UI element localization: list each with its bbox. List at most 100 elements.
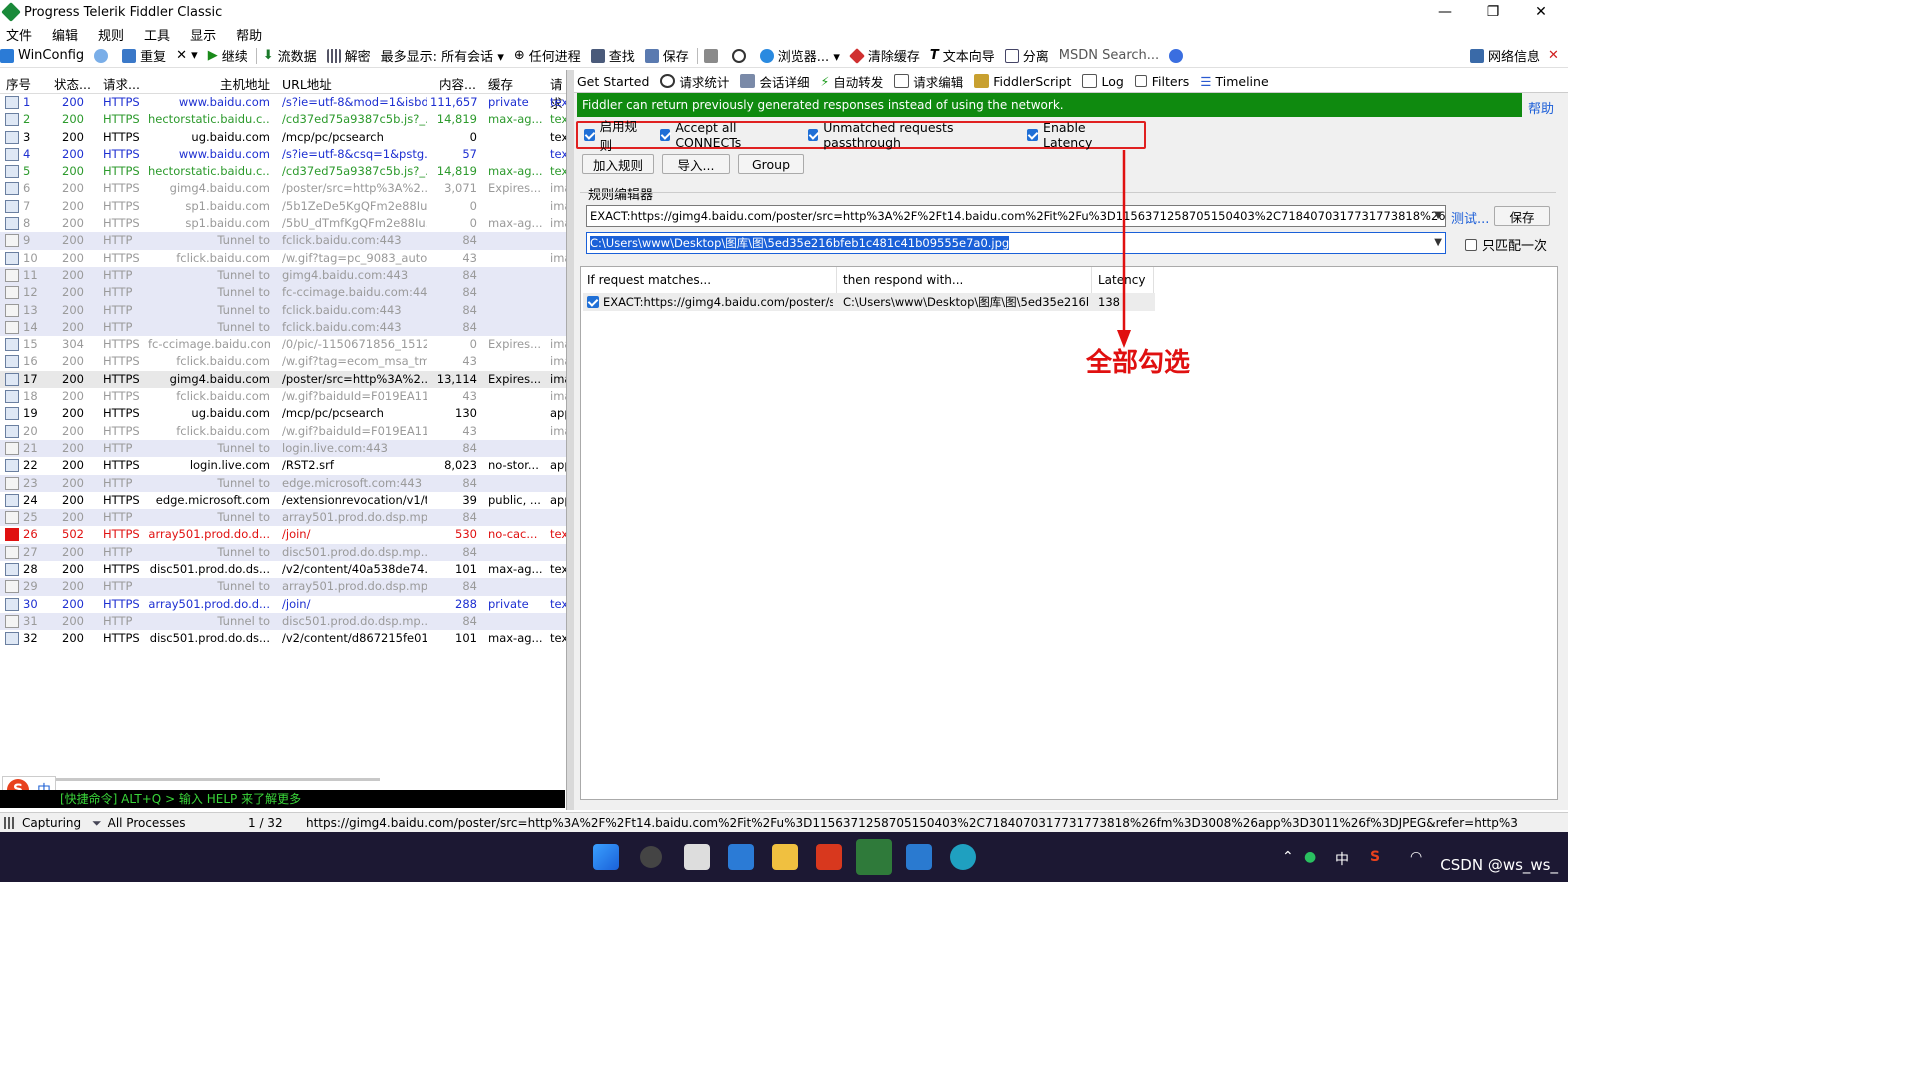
table-row[interactable]: 22 200 HTTPS login.live.com/RST2.srf 8,023 no… bbox=[0, 457, 566, 474]
table-row[interactable]: 10 200 HTTPS fclick.baidu.com/w.gif?tag=pc_… bbox=[0, 250, 566, 267]
menu-help[interactable]: 帮助 bbox=[236, 25, 262, 44]
stream-button[interactable]: ⬇ 流数据 bbox=[263, 46, 317, 65]
tab-composer[interactable]: 请求编辑 bbox=[891, 70, 971, 93]
table-row[interactable]: 28 200 HTTPS disc501.prod.do.ds... /v2/conte… bbox=[0, 561, 566, 578]
minimize-button[interactable]: — bbox=[1422, 0, 1468, 24]
tab-log[interactable]: Log bbox=[1079, 70, 1131, 93]
table-row[interactable]: 21 200 HTTP Tunnel to login.live.com:443 84 bbox=[0, 439, 566, 458]
col-header-match[interactable]: If request matches... bbox=[581, 267, 837, 293]
table-row[interactable]: 8 200 HTTPS sp1.baidu.com/5bU_dTmfKgQFm2e88… bbox=[0, 215, 566, 232]
accept-connects-checkbox[interactable]: Accept all CONNECTs bbox=[659, 120, 792, 150]
search-icon[interactable] bbox=[640, 846, 662, 868]
col-header-body[interactable]: 内容... bbox=[439, 74, 476, 93]
tab-statistics[interactable]: 请求统计 bbox=[657, 70, 737, 93]
comment-button[interactable] bbox=[94, 48, 112, 63]
table-row[interactable]: 16 200 HTTPS fclick.baidu.com/w.gif?tag=eco… bbox=[0, 353, 566, 370]
group-button[interactable]: Group bbox=[738, 154, 804, 174]
table-row[interactable]: 23 200 HTTP Tunnel to edge.microsoft.com:443… bbox=[0, 474, 566, 492]
table-row[interactable]: 24 200 HTTPS edge.microsoft.com/extensionre… bbox=[0, 492, 566, 509]
table-row[interactable]: 17 200 HTTPS gimg4.baidu.com/poster/src=htt… bbox=[0, 370, 566, 389]
wechat-icon[interactable]: ● bbox=[1304, 849, 1316, 865]
replay-button[interactable]: 重复 bbox=[122, 46, 166, 65]
table-row[interactable]: 18 200 HTTPS fclick.baidu.com/w.gif?baiduId… bbox=[0, 388, 566, 405]
wps-icon[interactable] bbox=[816, 844, 842, 870]
quickexec-input[interactable]: [快捷命令] ALT+Q > 输入 HELP 来了解更多 bbox=[0, 790, 565, 808]
menu-rules[interactable]: 规则 bbox=[98, 25, 124, 44]
widgets-icon[interactable] bbox=[728, 844, 754, 870]
close-toolbar-button[interactable]: ✕ bbox=[1548, 48, 1559, 63]
rule-checkbox[interactable] bbox=[587, 296, 599, 308]
col-header-status[interactable]: 状态... bbox=[54, 74, 91, 93]
help-link[interactable]: 帮助 bbox=[1528, 98, 1554, 117]
menu-tools[interactable]: 工具 bbox=[144, 25, 170, 44]
col-header-respond[interactable]: then respond with... bbox=[837, 267, 1092, 293]
pane-splitter[interactable] bbox=[567, 70, 574, 810]
maximize-button[interactable]: ❐ bbox=[1470, 0, 1516, 24]
table-row[interactable]: 15 304 HTTPS fc-ccimage.baidu.com/0/pic/-11… bbox=[0, 336, 566, 353]
clear-cache-button[interactable]: 清除缓存 bbox=[848, 46, 920, 65]
fiddler-taskbar-icon[interactable] bbox=[856, 839, 892, 875]
wifi-icon[interactable]: ◠ bbox=[1410, 849, 1422, 865]
menu-view[interactable]: 显示 bbox=[190, 25, 216, 44]
response-input[interactable]: C:\Users\www\Desktop\图库\图\5ed35e216bfeb1… bbox=[586, 232, 1446, 254]
input-language[interactable]: 中 bbox=[1335, 849, 1349, 869]
table-row[interactable]: 26 502 HTTPS array501.prod.do.d... /join/530… bbox=[0, 526, 566, 543]
tab-timeline[interactable]: ☰ Timeline bbox=[1197, 70, 1276, 93]
table-row[interactable]: 31 200 HTTP Tunnel to disc501.prod.do.dsp.mp… bbox=[0, 612, 566, 631]
chevron-up-icon[interactable]: ⌃ bbox=[1282, 849, 1294, 865]
tab-fiddlerscript[interactable]: FiddlerScript bbox=[971, 70, 1079, 93]
keep-sessions-dropdown[interactable]: 最多显示: 所有会话 ▾ bbox=[381, 46, 504, 65]
rule-row[interactable]: EXACT:https://gimg4.baidu.com/poster/src… bbox=[583, 293, 1155, 311]
table-row[interactable]: 7 200 HTTPS sp1.baidu.com/5b1ZeDe5KgQFm2e88… bbox=[0, 198, 566, 215]
menu-edit[interactable]: 编辑 bbox=[52, 25, 78, 44]
screenshot-button[interactable] bbox=[703, 48, 722, 63]
task-view-icon[interactable] bbox=[684, 844, 710, 870]
table-row[interactable]: 6 200 HTTPS gimg4.baidu.com/poster/src=http… bbox=[0, 180, 566, 197]
edge-icon[interactable] bbox=[950, 844, 976, 870]
winconfig-button[interactable]: WinConfig bbox=[0, 48, 84, 63]
decode-button[interactable]: 解密 bbox=[326, 46, 371, 65]
start-icon[interactable] bbox=[593, 844, 619, 870]
tab-autoresponder[interactable]: ⚡ 自动转发 bbox=[817, 70, 891, 93]
import-button[interactable]: 导入... bbox=[662, 154, 730, 174]
process-filter-button[interactable]: ⊕ 任何进程 bbox=[514, 46, 581, 65]
table-row[interactable]: 2 200 HTTPS hectorstatic.baidu.c... /cd37ed7… bbox=[0, 111, 566, 128]
chevron-down-icon[interactable]: ▼ bbox=[1434, 233, 1442, 253]
online-button[interactable]: 网络信息 bbox=[1470, 46, 1540, 65]
table-row[interactable]: 5 200 HTTPS hectorstatic.baidu.c... /cd37ed7… bbox=[0, 163, 566, 180]
help-button[interactable] bbox=[1169, 48, 1187, 63]
find-button[interactable]: 查找 bbox=[590, 46, 635, 65]
table-row[interactable]: 11 200 HTTP Tunnel to gimg4.baidu.com:443 84 bbox=[0, 266, 566, 285]
process-filter-status[interactable]: ⏷ All Processes bbox=[92, 813, 185, 833]
match-rule-input[interactable]: EXACT:https://gimg4.baidu.com/poster/src… bbox=[586, 205, 1446, 227]
match-once-checkbox[interactable]: 只匹配一次 bbox=[1465, 235, 1547, 254]
tab-inspectors[interactable]: 会话详细 bbox=[737, 70, 817, 93]
capturing-status[interactable]: Capturing bbox=[4, 813, 81, 833]
table-row[interactable]: 19 200 HTTPS ug.baidu.com/mcp/pc/pcsearch 13… bbox=[0, 405, 566, 422]
sogou-tray-icon[interactable]: S bbox=[1370, 849, 1380, 865]
msdn-search-input[interactable]: MSDN Search... bbox=[1059, 48, 1159, 63]
table-row[interactable]: 14 200 HTTP Tunnel to fclick.baidu.com:443 84 bbox=[0, 318, 566, 337]
table-row[interactable]: 20 200 HTTPS fclick.baidu.com/w.gif?baiduId… bbox=[0, 423, 566, 440]
table-row[interactable]: 30 200 HTTPS array501.prod.do.d... /join/288… bbox=[0, 596, 566, 613]
table-row[interactable]: 27 200 HTTP Tunnel to disc501.prod.do.dsp.mp… bbox=[0, 543, 566, 562]
rules-list[interactable]: If request matches... then respond with.… bbox=[580, 266, 1558, 800]
tearoff-button[interactable]: 分离 bbox=[1004, 46, 1049, 65]
table-row[interactable]: 4 200 HTTPS www.baidu.com/s?ie=utf-8&csq=1&… bbox=[0, 146, 566, 163]
table-row[interactable]: 12 200 HTTP Tunnel to fc-ccimage.baidu.com:4… bbox=[0, 284, 566, 302]
tab-get-started[interactable]: Get Started bbox=[574, 70, 657, 93]
col-header-url[interactable]: URL地址 bbox=[282, 74, 332, 93]
save-button[interactable]: 保存 bbox=[644, 46, 689, 65]
table-row[interactable]: 29 200 HTTP Tunnel to array501.prod.do.dsp.m… bbox=[0, 578, 566, 596]
remove-button[interactable]: ✕ ▾ bbox=[176, 48, 198, 63]
text-wizard-button[interactable]: T 文本向导 bbox=[930, 46, 995, 65]
go-button[interactable]: ▶ 继续 bbox=[208, 46, 248, 65]
media-player-icon[interactable] bbox=[906, 844, 932, 870]
col-header-host[interactable]: 主机地址 bbox=[220, 74, 270, 93]
table-row[interactable]: 25 200 HTTP Tunnel to array501.prod.do.dsp.m… bbox=[0, 509, 566, 527]
file-explorer-icon[interactable] bbox=[772, 844, 798, 870]
col-header-protocol[interactable]: 请求... bbox=[103, 74, 140, 93]
chevron-down-icon[interactable]: ▼ bbox=[1434, 206, 1442, 226]
enable-latency-checkbox[interactable]: Enable Latency bbox=[1027, 120, 1128, 150]
timer-button[interactable] bbox=[731, 48, 750, 63]
